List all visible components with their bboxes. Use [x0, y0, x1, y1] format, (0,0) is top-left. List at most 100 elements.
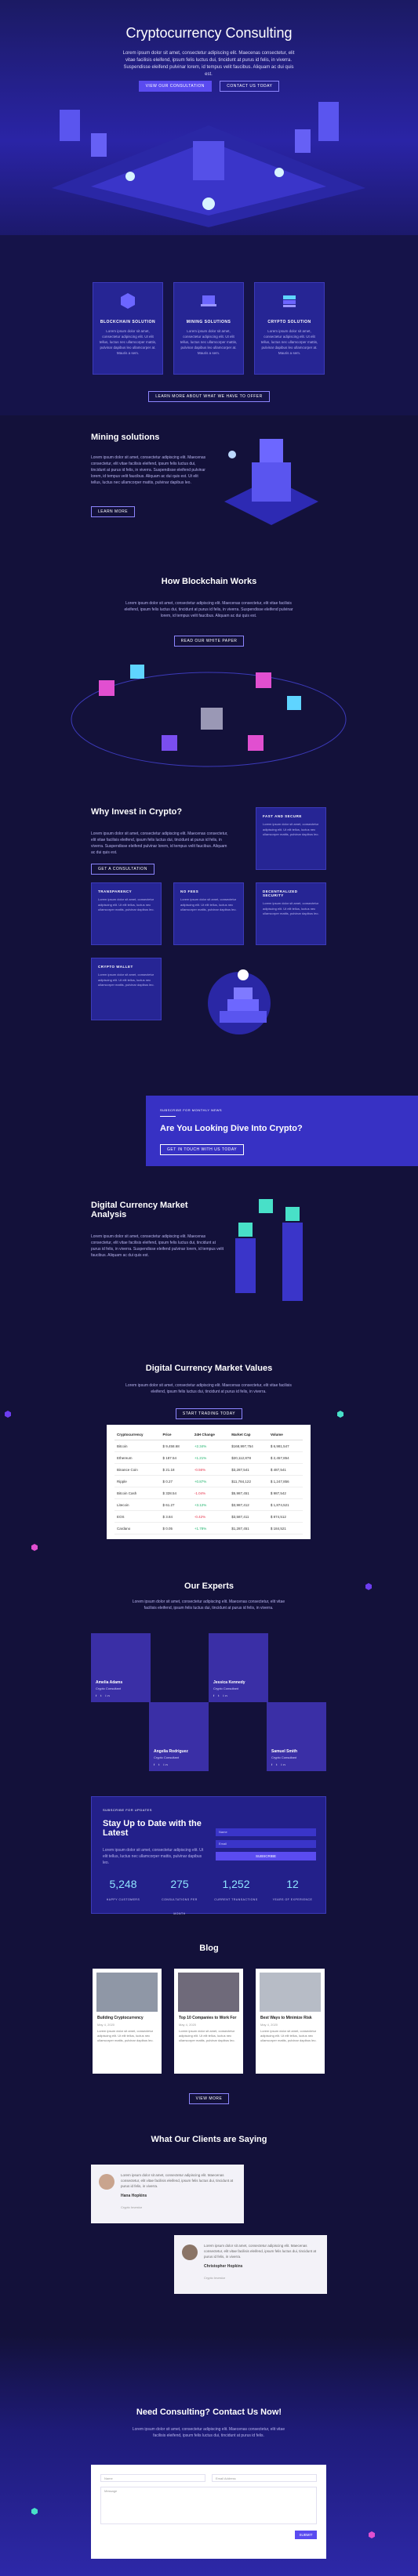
why-card-wallet: CRYPTO WALLET Lorem ipsum dolor sit amet… [91, 958, 162, 1020]
table-header-cell: Price [160, 1429, 192, 1440]
expert-card[interactable]: Amelia Adams Crypto Consultant f t in [91, 1633, 151, 1702]
analysis-text: Lorem ipsum dolor sit amet, consectetur … [91, 1234, 224, 1258]
expert-name: Amelia Adams [96, 1680, 123, 1685]
feature-title: MINING SOLUTIONS [186, 320, 231, 324]
social-icons[interactable]: f t in [154, 1763, 169, 1766]
testimonial-name: Christopher Hopkins [204, 2264, 243, 2269]
blockchain-icon [121, 293, 135, 309]
feature-card-mining: MINING SOLUTIONS Lorem ipsum dolor sit a… [173, 282, 244, 375]
testimonial-text: Lorem ipsum dolor sit amet, consectetur … [121, 2173, 234, 2188]
why-title: Why Invest in Crypto? [91, 807, 183, 817]
why-card-no-fees: NO FEES Lorem ipsum dolor sit amet, cons… [173, 882, 244, 945]
testimonials-section: What Our Clients are Saying Lorem ipsum … [0, 2124, 418, 2296]
blog-post-excerpt: Lorem ipsum dolor sit amet, consectetur … [97, 2029, 154, 2042]
hero-title: Cryptocurrency Consulting [125, 25, 293, 41]
table-row: Ethereum $ 187.54 +1.21% $20,112,878 $ 2,457… [114, 1451, 303, 1464]
why-consultation-button[interactable]: GET A CONSULTATION [91, 864, 154, 875]
table-cell: Cardano [114, 1522, 161, 1534]
social-icons[interactable]: f t in [96, 1694, 111, 1697]
blog-post-title[interactable]: Best Ways to Minimize Risk [260, 2016, 320, 2020]
why-invest-section: Why Invest in Crypto? Lorem ipsum dolor … [0, 792, 418, 1058]
mining-learn-more-button[interactable]: LEARN MORE [91, 506, 136, 517]
blog-post-title[interactable]: Building Cryptocurrency [97, 2016, 157, 2020]
why-card-text: Lorem ipsum dolor sit amet, consectetur … [180, 897, 237, 911]
table-cell: Litecoin [114, 1498, 161, 1511]
how-blockchain-section: How Blockchain Works Lorem ipsum dolor s… [0, 556, 418, 792]
expert-role: Crypto Consultant [271, 1755, 297, 1759]
expert-role: Crypto Consultant [96, 1687, 122, 1690]
why-card-title: FAST AND SECURE [263, 814, 302, 818]
table-cell: EOS [114, 1510, 161, 1523]
blog-post-excerpt: Lorem ipsum dolor sit amet, consectetur … [260, 2029, 317, 2042]
news-email-input[interactable]: Email [216, 1840, 316, 1848]
table-row: Ripple $ 0.27 +0.87% $11,784,122 $ 1,247,856 [114, 1475, 303, 1487]
table-header-cell: Market Cap [229, 1429, 268, 1440]
isometric-blocks-illustration [52, 102, 365, 227]
avatar [182, 2244, 198, 2260]
blog-post-card[interactable]: Best Ways to Minimize Risk May 4, 2020 L… [256, 1969, 325, 2074]
why-card-decentralized: DECENTRALIZED SECURITY Lorem ipsum dolor… [256, 882, 326, 945]
blog-post-image[interactable] [178, 1973, 239, 2012]
table-header-row: Cryptocurrency Price 24H Change Market Cap V… [114, 1429, 303, 1440]
table-cell: $ 21.18 [160, 1463, 192, 1476]
blog-post-date: May 4, 2020 [97, 2023, 115, 2027]
why-card-text: Lorem ipsum dolor sit amet, consectetur … [98, 973, 154, 987]
social-icons[interactable]: f t in [213, 1694, 229, 1697]
how-title: How Blockchain Works [161, 577, 257, 586]
how-text: Lorem ipsum dolor sit amet, consectetur … [124, 601, 293, 618]
market-analysis-section: Digital Currency Market Analysis Lorem i… [0, 1183, 418, 1317]
table-row: Bitcoin Cash $ 328.54 -1.04% $5,987,451 $ 98… [114, 1487, 303, 1499]
expert-card[interactable]: Angelia Rodriguez Crypto Consultant f t … [149, 1702, 209, 1771]
dive-cta-section: SUBSCRIBE FOR MONTHLY NEWS Are You Looki… [146, 1096, 418, 1166]
social-icons[interactable]: f t in [271, 1763, 287, 1766]
contact-name-input[interactable]: Name [100, 2474, 205, 2482]
expert-card[interactable]: Samuel Smith Crypto Consultant f t in [267, 1702, 326, 1771]
blog-post-date: May 4, 2020 [260, 2023, 278, 2027]
contact-message-input[interactable]: Message [100, 2487, 317, 2524]
mining-text: Lorem ipsum dolor sit amet, consectetur … [91, 455, 206, 485]
contact-email-input[interactable]: Email Address [212, 2474, 317, 2482]
view-consultation-button[interactable]: VIEW OUR CONSULTATION [138, 81, 212, 92]
table-cell: -0.56% [191, 1463, 230, 1476]
table-cell: $3,987,412 [229, 1498, 268, 1511]
stairs-illustration [208, 969, 271, 1034]
table-cell: $5,987,451 [229, 1487, 268, 1499]
contact-us-button[interactable]: CONTACT US TODAY [220, 81, 280, 92]
contact-section: Need Consulting? Contact Us Now! Lorem i… [0, 2335, 418, 2576]
subscribe-button[interactable]: SUBSCRIBE [216, 1852, 316, 1860]
blog-post-image[interactable] [260, 1973, 321, 2012]
dive-eyebrow: SUBSCRIBE FOR MONTHLY NEWS [160, 1108, 223, 1112]
blog-post-image[interactable] [96, 1973, 158, 2012]
why-card-text: Lorem ipsum dolor sit amet, consectetur … [263, 822, 319, 836]
blog-post-card[interactable]: Top 10 Companies to Work For May 4, 2020… [174, 1969, 243, 2074]
contact-form: Name Email Address Message SUBMIT [91, 2465, 326, 2559]
table-cell: $ 184,521 [267, 1522, 303, 1534]
blog-title: Blog [199, 1944, 219, 1953]
blog-post-card[interactable]: Building Cryptocurrency May 4, 2020 Lore… [93, 1969, 162, 2074]
news-name-input[interactable]: Name [216, 1828, 316, 1836]
start-trading-button[interactable]: START TRADING TODAY [175, 1408, 243, 1419]
feature-text: Lorem ipsum dolor sit amet, consectetur … [180, 329, 238, 355]
table-row: Bitcoin $ 9,458.68 +2.34% $168,997,754 $ 6,9… [114, 1440, 303, 1452]
table-cell: $11,784,122 [229, 1475, 268, 1487]
why-text: Lorem ipsum dolor sit amet, consectetur … [91, 831, 228, 855]
news-eyebrow: SUBSCRIBE FOR UPDATES [103, 1808, 152, 1812]
table-cell: Bitcoin Cash [114, 1487, 161, 1499]
white-paper-button[interactable]: READ OUR WHITE PAPER [173, 636, 245, 647]
values-text: Lorem ipsum dolor sit amet, consectetur … [125, 1383, 292, 1394]
table-cell: +3.12% [191, 1498, 230, 1511]
submit-button[interactable]: SUBMIT [295, 2531, 317, 2539]
expert-card[interactable]: Jessica Kennedy Crypto Consultant f t in [209, 1633, 268, 1702]
why-card-text: Lorem ipsum dolor sit amet, consectetur … [263, 901, 319, 915]
learn-more-offer-button[interactable]: LEARN MORE ABOUT WHAT WE HAVE TO OFFER [148, 391, 270, 402]
blog-post-title[interactable]: Top 10 Companies to Work For [179, 2016, 238, 2020]
view-more-blog-button[interactable]: VIEW MORE [188, 2093, 230, 2104]
why-card-title: TRANSPARENCY [98, 889, 133, 893]
table-cell: Ripple [114, 1475, 161, 1487]
why-card-title: CRYPTO WALLET [98, 965, 133, 969]
dive-touch-button[interactable]: GET IN TOUCH WITH US TODAY [160, 1144, 245, 1155]
server-stack-icon [283, 295, 296, 307]
hero-section: Cryptocurrency Consulting Lorem ipsum do… [0, 0, 418, 235]
table-cell: Bitcoin [114, 1440, 161, 1452]
table-cell: $ 1,247,856 [267, 1475, 303, 1487]
